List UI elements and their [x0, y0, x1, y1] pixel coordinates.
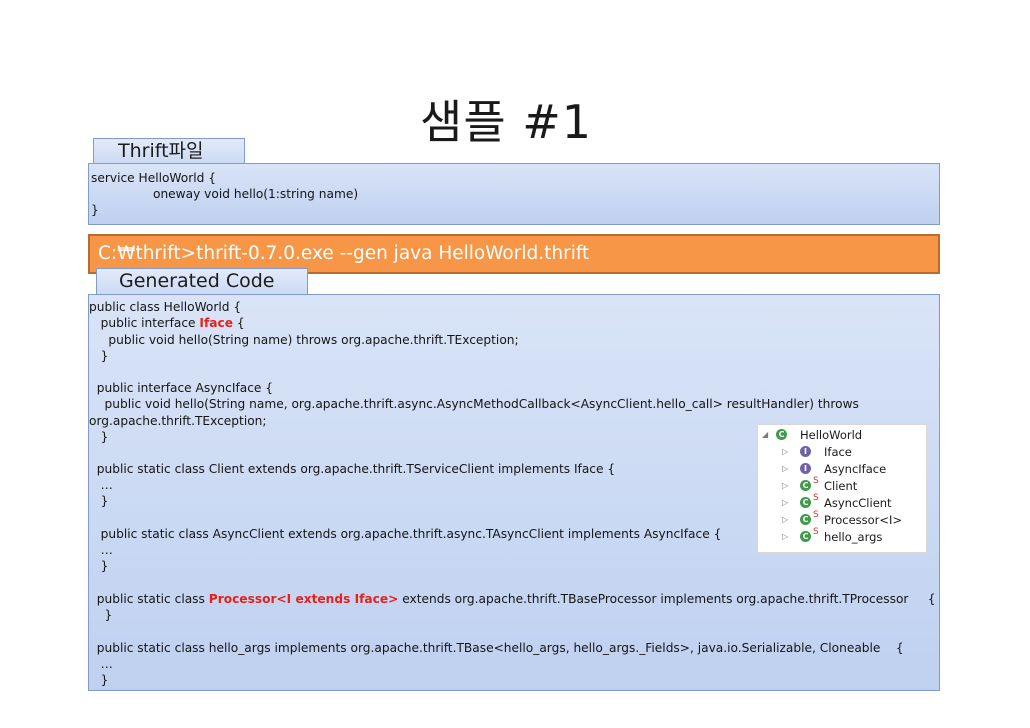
collapse-triangle-icon: ▷	[782, 515, 789, 524]
tree-row-root[interactable]: ◢ C HelloWorld	[758, 427, 926, 444]
code-line: public static class Processor<I extends …	[89, 592, 936, 606]
code-line: public void hello(String name, org.apach…	[89, 397, 859, 411]
tree-row[interactable]: ▷ I Iface	[758, 444, 926, 461]
tree-item-label: Client	[824, 479, 858, 493]
thrift-line-2: oneway void hello(1:string name)	[91, 187, 359, 201]
code-line: }	[89, 494, 109, 508]
tree-row[interactable]: ▷ C S Processor<I>	[758, 510, 926, 529]
code-line: …	[89, 543, 113, 557]
code-line: public static class hello_args implement…	[89, 641, 904, 655]
static-marker: S	[813, 510, 819, 520]
interface-icon: I	[800, 463, 811, 474]
tree-row[interactable]: ▷ C S AsyncClient	[758, 493, 926, 512]
iface-highlight: Iface	[199, 316, 233, 330]
static-marker: S	[813, 493, 819, 503]
class-icon: C	[800, 480, 811, 491]
thrift-line-1: service HelloWorld {	[91, 171, 216, 185]
generated-code-tab-label: Generated Code	[119, 270, 275, 292]
code-line: public class HelloWorld {	[89, 300, 242, 314]
code-line: }	[89, 430, 109, 444]
code-line: …	[89, 657, 113, 671]
code-line: }	[89, 559, 109, 573]
expand-triangle-icon: ◢	[762, 430, 769, 439]
code-line: public static class AsyncClient extends …	[89, 527, 722, 541]
tree-row[interactable]: ▷ I AsyncIface	[758, 461, 926, 478]
code-line: }	[89, 349, 109, 363]
code-line: org.apache.thrift.TException;	[89, 414, 267, 428]
tree-item-label: AsyncClient	[824, 496, 892, 510]
class-icon: C	[800, 531, 811, 542]
outline-tree-panel: ◢ C HelloWorld ▷ I Iface ▷ I AsyncIface …	[757, 424, 927, 553]
processor-highlight: Processor<I extends Iface>	[208, 592, 399, 606]
collapse-triangle-icon: ▷	[782, 481, 789, 490]
command-text: C:₩thrift>thrift-0.7.0.exe --gen java He…	[98, 243, 590, 264]
collapse-triangle-icon: ▷	[782, 498, 789, 507]
collapse-triangle-icon: ▷	[782, 464, 789, 473]
thrift-line-3: }	[91, 203, 99, 217]
thrift-file-box: service HelloWorld { oneway void hello(1…	[88, 163, 940, 225]
static-marker: S	[813, 527, 819, 537]
interface-icon: I	[800, 446, 811, 457]
tree-row[interactable]: ▷ C S Client	[758, 476, 926, 495]
tree-item-label: AsyncIface	[824, 462, 887, 476]
code-line: public interface AsyncIface {	[89, 381, 274, 395]
class-icon: C	[800, 514, 811, 525]
code-line: }	[89, 673, 109, 687]
thrift-file-tab: Thrift파일	[93, 138, 245, 164]
tree-item-label: hello_args	[824, 530, 883, 544]
thrift-file-tab-label: Thrift파일	[118, 140, 204, 162]
code-line: public interface Iface {	[89, 316, 245, 330]
tree-root-label: HelloWorld	[800, 428, 863, 442]
generated-code-tab: Generated Code	[96, 268, 308, 295]
code-line: }	[89, 608, 113, 622]
tree-item-label: Iface	[824, 445, 852, 459]
collapse-triangle-icon: ▷	[782, 447, 789, 456]
collapse-triangle-icon: ▷	[782, 532, 789, 541]
slide-title: 샘플 #1	[420, 95, 593, 149]
tree-row[interactable]: ▷ C S hello_args	[758, 527, 926, 546]
code-line: public static class Client extends org.a…	[89, 462, 616, 476]
class-icon: C	[776, 429, 787, 440]
code-line: …	[89, 478, 113, 492]
tree-item-label: Processor<I>	[824, 513, 903, 527]
class-icon: C	[800, 497, 811, 508]
static-marker: S	[813, 476, 819, 486]
code-line: public void hello(String name) throws or…	[89, 333, 519, 347]
